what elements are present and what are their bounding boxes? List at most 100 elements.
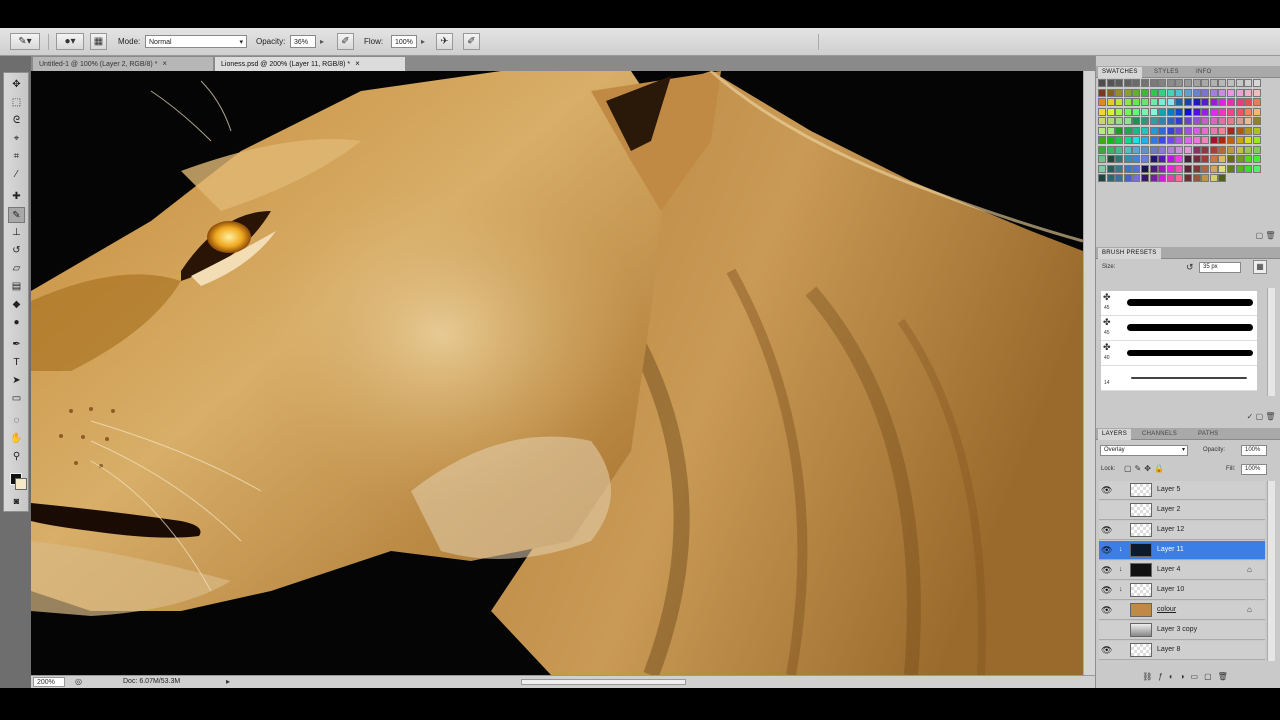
color-swatch[interactable]: [1184, 117, 1192, 125]
color-swatch[interactable]: [1166, 155, 1175, 163]
color-swatch[interactable]: [1106, 136, 1115, 144]
color-swatch[interactable]: [1227, 126, 1235, 135]
color-swatch[interactable]: [1123, 155, 1132, 163]
color-swatch[interactable]: [1158, 117, 1167, 125]
color-swatch[interactable]: [1123, 79, 1132, 87]
eye-icon[interactable]: 👁: [1101, 584, 1112, 596]
color-swatch[interactable]: [1149, 107, 1158, 116]
color-swatch[interactable]: [1235, 136, 1244, 144]
lock-icons[interactable]: ▢✎✥🔒: [1124, 464, 1167, 474]
color-swatch[interactable]: [1209, 79, 1218, 87]
color-swatch[interactable]: [1106, 145, 1115, 154]
layer-row[interactable]: 👁 Layer 5: [1099, 481, 1265, 500]
color-swatch[interactable]: [1132, 98, 1141, 106]
color-swatch[interactable]: [1218, 155, 1227, 163]
color-swatch[interactable]: [1209, 88, 1218, 97]
brush-preset-item[interactable]: 14: [1101, 366, 1257, 391]
color-swatch[interactable]: [1201, 98, 1210, 106]
color-swatch[interactable]: [1235, 155, 1244, 163]
eye-hidden-icon[interactable]: [1101, 504, 1112, 516]
color-swatch[interactable]: [1209, 174, 1218, 182]
color-swatch[interactable]: [1244, 126, 1253, 135]
layer-row[interactable]: Layer 2: [1099, 501, 1265, 520]
color-swatch[interactable]: [1244, 117, 1253, 125]
color-swatch[interactable]: [1123, 117, 1132, 125]
color-swatch[interactable]: [1192, 145, 1201, 154]
color-swatch[interactable]: [1175, 79, 1184, 87]
layer-row[interactable]: 👁 colour ⌂: [1099, 601, 1265, 620]
color-swatch[interactable]: [1106, 98, 1115, 106]
lasso-tool-icon[interactable]: ᘓ: [8, 113, 25, 129]
eraser-tool-icon[interactable]: ▱: [8, 261, 25, 277]
color-swatch[interactable]: [1201, 155, 1210, 163]
color-swatch[interactable]: [1141, 164, 1149, 173]
color-swatch[interactable]: [1098, 136, 1106, 144]
color-swatch[interactable]: [1235, 145, 1244, 154]
color-swatch[interactable]: [1098, 79, 1106, 87]
color-swatch[interactable]: [1209, 98, 1218, 106]
color-swatch[interactable]: [1098, 117, 1106, 125]
color-swatch[interactable]: [1166, 88, 1175, 97]
color-swatch[interactable]: [1252, 79, 1261, 87]
layer-row[interactable]: 👁 Layer 12: [1099, 521, 1265, 540]
crop-tool-icon[interactable]: ⌗: [8, 149, 25, 165]
color-swatch[interactable]: [1106, 88, 1115, 97]
tablet-pressure-size-icon[interactable]: ✐: [463, 33, 480, 50]
eye-icon[interactable]: 👁: [1101, 484, 1112, 496]
color-swatch[interactable]: [1218, 136, 1227, 144]
color-swatch[interactable]: [1166, 107, 1175, 116]
close-icon[interactable]: ×: [355, 59, 360, 68]
color-swatch[interactable]: [1175, 88, 1184, 97]
color-swatch[interactable]: [1158, 88, 1167, 97]
color-swatch[interactable]: [1235, 79, 1244, 87]
opacity-slider-arrow-icon[interactable]: ▸: [320, 35, 324, 49]
color-swatch[interactable]: [1132, 79, 1141, 87]
color-swatch[interactable]: [1115, 126, 1124, 135]
color-swatch[interactable]: [1184, 79, 1192, 87]
color-swatch[interactable]: [1115, 174, 1124, 182]
color-swatch[interactable]: [1192, 107, 1201, 116]
layer-style-icon[interactable]: ƒ: [1158, 672, 1168, 681]
color-swatch[interactable]: [1235, 126, 1244, 135]
color-swatch[interactable]: [1158, 126, 1167, 135]
color-swatch[interactable]: [1158, 136, 1167, 144]
color-swatch[interactable]: [1123, 164, 1132, 173]
color-swatch[interactable]: [1115, 117, 1124, 125]
brush-preset-item[interactable]: ✤ 45: [1101, 316, 1257, 341]
color-swatch[interactable]: [1218, 79, 1227, 87]
marquee-tool-icon[interactable]: ⬚: [8, 95, 25, 111]
color-swatch[interactable]: [1123, 126, 1132, 135]
color-swatch[interactable]: [1244, 79, 1253, 87]
color-swatch[interactable]: [1098, 174, 1106, 182]
color-swatch[interactable]: [1141, 117, 1149, 125]
color-swatch[interactable]: [1106, 174, 1115, 182]
color-swatch[interactable]: [1158, 145, 1167, 154]
color-swatch[interactable]: [1098, 164, 1106, 173]
color-swatch[interactable]: [1123, 136, 1132, 144]
color-swatch[interactable]: [1201, 88, 1210, 97]
color-swatch[interactable]: [1192, 88, 1201, 97]
color-swatch[interactable]: [1184, 126, 1192, 135]
color-swatch[interactable]: [1166, 126, 1175, 135]
color-swatch[interactable]: [1192, 174, 1201, 182]
color-swatch[interactable]: [1192, 126, 1201, 135]
color-swatch[interactable]: [1115, 136, 1124, 144]
blend-mode-select[interactable]: Overlay ▾: [1100, 445, 1188, 456]
delete-swatch-icon[interactable]: 🗑: [1265, 231, 1275, 240]
3d-rotate-tool-icon[interactable]: ◌: [8, 413, 25, 429]
hand-tool-icon[interactable]: ✋: [8, 431, 25, 447]
airbrush-icon[interactable]: ✈: [436, 33, 453, 50]
tablet-pressure-opacity-icon[interactable]: ✐: [337, 33, 354, 50]
color-swatch[interactable]: [1132, 155, 1141, 163]
layer-row[interactable]: Layer 3 copy: [1099, 621, 1265, 640]
tab-info[interactable]: INFO: [1192, 67, 1216, 78]
color-swatch[interactable]: [1132, 136, 1141, 144]
color-swatch[interactable]: [1123, 107, 1132, 116]
color-swatch[interactable]: [1098, 98, 1106, 106]
color-swatch[interactable]: [1218, 145, 1227, 154]
tab-layers[interactable]: LAYERS: [1098, 429, 1132, 440]
layer-row-selected[interactable]: 👁 ↓ Layer 11: [1099, 541, 1265, 560]
color-swatch[interactable]: [1175, 107, 1184, 116]
brush-options-icon[interactable]: ✓: [1247, 412, 1254, 421]
eye-hidden-icon[interactable]: [1101, 624, 1112, 636]
